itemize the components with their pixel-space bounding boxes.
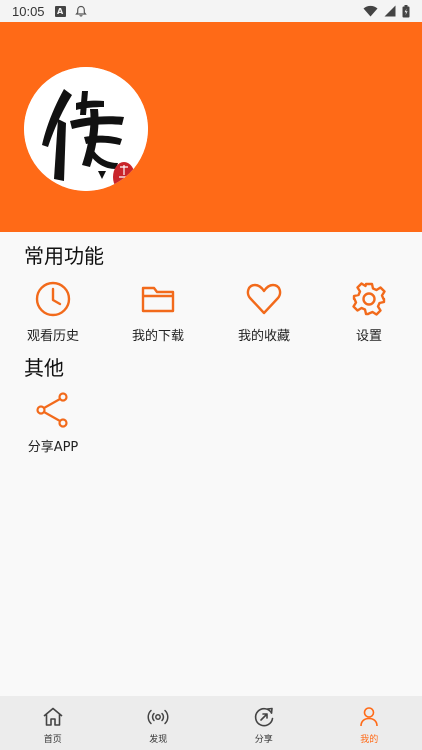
nav-home-label: 首页	[43, 735, 62, 745]
refresh-share-icon	[254, 707, 274, 727]
nav-mine-label: 我的	[360, 735, 379, 745]
bottom-nav: 首页 发现 分享 我的	[0, 696, 422, 750]
clock-icon	[35, 281, 71, 317]
alarm-off-icon	[74, 5, 87, 17]
wifi-icon	[363, 5, 378, 17]
nav-discover[interactable]: 发现	[106, 696, 212, 750]
notification-icons: A	[54, 4, 88, 18]
nav-mine[interactable]: 我的	[317, 696, 422, 750]
favorites-button[interactable]: 我的收藏	[219, 279, 309, 344]
status-bar: 10:05 A	[0, 0, 422, 22]
broadcast-icon	[147, 709, 169, 725]
section-title-other: 其他	[24, 356, 64, 380]
signal-icon	[384, 5, 396, 17]
nav-home[interactable]: 首页	[0, 696, 106, 750]
downloads-button[interactable]: 我的下载	[113, 279, 203, 344]
person-icon	[360, 707, 379, 727]
favorites-label: 我的收藏	[237, 329, 290, 344]
section-title-common: 常用功能	[24, 244, 104, 268]
nav-discover-label: 发现	[149, 735, 168, 745]
folder-icon	[141, 286, 175, 313]
gear-icon	[352, 282, 386, 316]
share-app-label: 分享APP	[27, 440, 79, 455]
nav-share[interactable]: 分享	[211, 696, 317, 750]
share-icon	[36, 392, 68, 428]
settings-button[interactable]: 设置	[324, 279, 414, 344]
heart-icon	[246, 283, 282, 315]
status-right-icons	[363, 4, 410, 18]
profile-header	[0, 22, 422, 232]
share-app-button[interactable]: 分享APP	[8, 390, 98, 455]
a-icon: A	[54, 5, 66, 17]
status-time: 10:05	[12, 3, 45, 19]
logo-calligraphy-icon	[24, 67, 148, 191]
downloads-label: 我的下载	[131, 329, 184, 344]
avatar[interactable]	[24, 67, 148, 191]
battery-icon	[402, 4, 410, 17]
history-button[interactable]: 观看历史	[8, 279, 98, 344]
history-label: 观看历史	[26, 329, 79, 344]
home-icon	[43, 707, 63, 726]
nav-share-label: 分享	[254, 735, 273, 745]
settings-label: 设置	[355, 329, 382, 344]
